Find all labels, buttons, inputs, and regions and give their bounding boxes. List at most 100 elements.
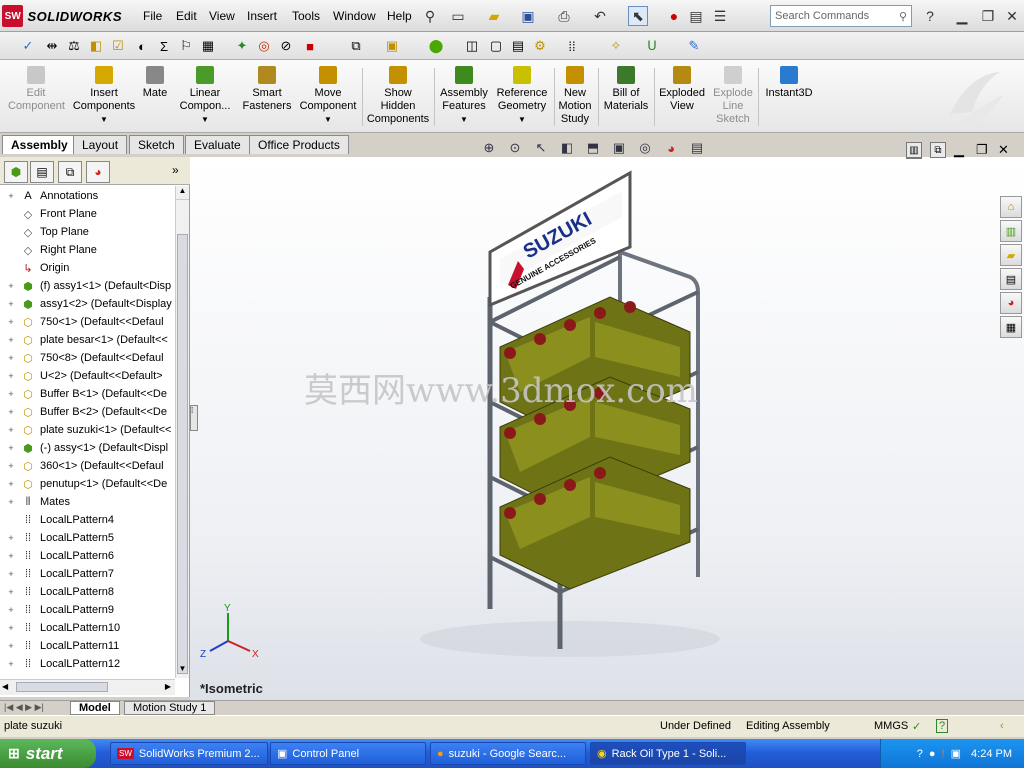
status-units[interactable]: MMGS: [874, 720, 908, 732]
tab-assembly[interactable]: Assembly: [2, 135, 77, 154]
layer-icon[interactable]: ◫: [462, 36, 482, 56]
dropdown-arrow-icon[interactable]: ▼: [298, 113, 358, 126]
tab-nav-arrows-icon[interactable]: |◀ ◀ ▶ ▶|: [4, 702, 44, 713]
tree-item[interactable]: + ⁞⁞ LocalLPattern8: [0, 583, 176, 601]
expand-toggle-icon[interactable]: +: [6, 353, 16, 363]
expand-toggle-icon[interactable]: +: [6, 569, 16, 579]
configuration-manager-tab-icon[interactable]: ⧉: [58, 161, 82, 183]
tree-item[interactable]: + ⬡ 360<1> (Default<<Defaul: [0, 457, 176, 475]
tree-item[interactable]: + ⁞⁞ LocalLPattern6: [0, 547, 176, 565]
task-pane-file-explorer-icon[interactable]: ▰: [1000, 244, 1022, 266]
stop-icon[interactable]: ■: [300, 36, 320, 56]
exploded-view-button[interactable]: Exploded View: [658, 66, 706, 113]
taskbar-item-control-panel[interactable]: ▣ Control Panel: [270, 742, 426, 765]
menu-window[interactable]: Window: [333, 9, 376, 23]
tree-item[interactable]: + ⁞⁞ LocalLPattern9: [0, 601, 176, 619]
doc-restore-icon[interactable]: ❐: [976, 142, 988, 158]
tree-item[interactable]: + ⬡ Buffer B<1> (Default<<De: [0, 385, 176, 403]
status-arrow-icon[interactable]: ‹: [1000, 720, 1004, 732]
scroll-up-icon[interactable]: ▲: [176, 186, 189, 200]
expand-toggle-icon[interactable]: +: [6, 335, 16, 345]
tree-item[interactable]: + ⁞⁞ LocalLPattern11: [0, 637, 176, 655]
configure-icon[interactable]: ⚙: [530, 36, 550, 56]
tray-network-icon[interactable]: ▣: [951, 747, 961, 760]
rebuild-icon[interactable]: ●: [664, 6, 684, 26]
start-button[interactable]: ⊞ start: [0, 739, 96, 768]
scroll-thumb-horizontal[interactable]: [16, 682, 108, 692]
expand-toggle-icon[interactable]: +: [6, 533, 16, 543]
assembly-features-button[interactable]: Assembly Features ▼: [438, 66, 490, 126]
tab-sketch[interactable]: Sketch: [129, 135, 184, 154]
save-icon[interactable]: ▣: [518, 6, 538, 26]
graphics-viewport[interactable]: SUZUKI GENUINE ACCESSORIES Y X Z 莫西网www.…: [190, 143, 1024, 700]
taskbar-item-solidworks[interactable]: SW SolidWorks Premium 2...: [110, 742, 268, 765]
edit-component-button[interactable]: Edit Component: [8, 66, 65, 113]
task-pane-appearances-icon[interactable]: ◕: [1000, 292, 1022, 314]
tab-model[interactable]: Model: [70, 701, 120, 715]
feature-tree-tab-icon[interactable]: ⬢: [4, 161, 28, 183]
undo-icon[interactable]: ↶: [590, 6, 610, 26]
tree-item[interactable]: ◇ Front Plane: [0, 205, 176, 223]
compare-icon[interactable]: ⊘: [276, 36, 296, 56]
view-orientation-icon[interactable]: ⬒: [582, 138, 604, 158]
viewport-link-icon[interactable]: ⧉: [930, 142, 946, 158]
new-document-icon[interactable]: ▭: [448, 6, 468, 26]
tray-security-icon[interactable]: ●: [929, 748, 936, 760]
task-pane-design-library-icon[interactable]: ▥: [1000, 220, 1022, 242]
sketch-tool-icon[interactable]: ✎: [684, 36, 704, 56]
expand-toggle-icon[interactable]: +: [6, 317, 16, 327]
group-icon[interactable]: ▤: [508, 36, 528, 56]
tray-help-icon[interactable]: ?: [917, 748, 923, 760]
tree-item[interactable]: + ⬡ U<2> (Default<<Default>: [0, 367, 176, 385]
spell-check-icon[interactable]: ✓: [18, 36, 38, 56]
tray-alert-icon[interactable]: !: [942, 748, 945, 760]
tree-item[interactable]: + ⬢ assy1<2> (Default<Display: [0, 295, 176, 313]
smart-fasteners-button[interactable]: Smart Fasteners: [240, 66, 294, 113]
new-motion-study-button[interactable]: New Motion Study: [556, 66, 594, 126]
help-status-icon[interactable]: ?: [936, 719, 949, 733]
expand-toggle-icon[interactable]: +: [6, 587, 16, 597]
expand-toggle-icon[interactable]: +: [6, 551, 16, 561]
zoom-to-area-icon[interactable]: ⊙: [504, 138, 526, 158]
sigma-icon[interactable]: Σ: [154, 36, 174, 56]
expand-toggle-icon[interactable]: +: [6, 371, 16, 381]
zoom-to-fit-icon[interactable]: ⊕: [478, 138, 500, 158]
options-icon[interactable]: ☰: [710, 6, 730, 26]
linear-pattern-button[interactable]: Linear Compon... ▼: [176, 66, 234, 126]
select-cursor-icon[interactable]: ⬉: [628, 6, 648, 26]
tab-motion-study-1[interactable]: Motion Study 1: [124, 701, 216, 715]
tree-item[interactable]: + ⬡ penutup<1> (Default<<De: [0, 475, 176, 493]
panel-splitter-handle[interactable]: ⁞: [190, 405, 198, 431]
help-icon[interactable]: ?: [920, 6, 940, 26]
expand-panel-icon[interactable]: »: [172, 163, 179, 177]
hole-alignment-icon[interactable]: ◎: [254, 36, 274, 56]
expand-toggle-icon[interactable]: +: [6, 389, 16, 399]
menu-view[interactable]: View: [209, 9, 235, 23]
open-folder-icon[interactable]: ▰: [484, 6, 504, 26]
expand-toggle-icon[interactable]: +: [6, 479, 16, 489]
tree-item[interactable]: + ⫴ Mates: [0, 493, 176, 511]
insert-components-button[interactable]: Insert Components ▼: [70, 66, 138, 126]
tab-layout[interactable]: Layout: [73, 135, 128, 154]
curve-icon[interactable]: Ս: [642, 36, 662, 56]
rack-model[interactable]: SUZUKI GENUINE ACCESSORIES Y X Z: [190, 157, 1024, 700]
tree-item[interactable]: ◇ Top Plane: [0, 223, 176, 241]
mass-properties-icon[interactable]: ⚖: [64, 36, 84, 56]
tab-evaluate[interactable]: Evaluate: [185, 135, 250, 154]
section-properties-icon[interactable]: ◧: [86, 36, 106, 56]
menu-insert[interactable]: Insert: [247, 9, 277, 23]
tree-item[interactable]: + ⬡ plate besar<1> (Default<<: [0, 331, 176, 349]
menu-edit[interactable]: Edit: [176, 9, 197, 23]
tree-item[interactable]: + ⁞⁞ LocalLPattern7: [0, 565, 176, 583]
close-window-icon[interactable]: ✕: [1002, 6, 1022, 26]
expand-toggle-icon[interactable]: +: [6, 497, 16, 507]
expand-toggle-icon[interactable]: +: [6, 425, 16, 435]
copy-icon[interactable]: ⧉: [346, 36, 366, 56]
display-style-icon[interactable]: ▣: [608, 138, 630, 158]
property-manager-tab-icon[interactable]: ▤: [30, 161, 54, 183]
tree-item[interactable]: + ⁞⁞ LocalLPattern10: [0, 619, 176, 637]
tree-vertical-scrollbar[interactable]: ▲ ▼: [175, 186, 189, 678]
expand-toggle-icon[interactable]: +: [6, 191, 16, 201]
grid-icon[interactable]: ⁞⁞: [562, 36, 582, 56]
reference-geometry-button[interactable]: Reference Geometry ▼: [494, 66, 550, 126]
